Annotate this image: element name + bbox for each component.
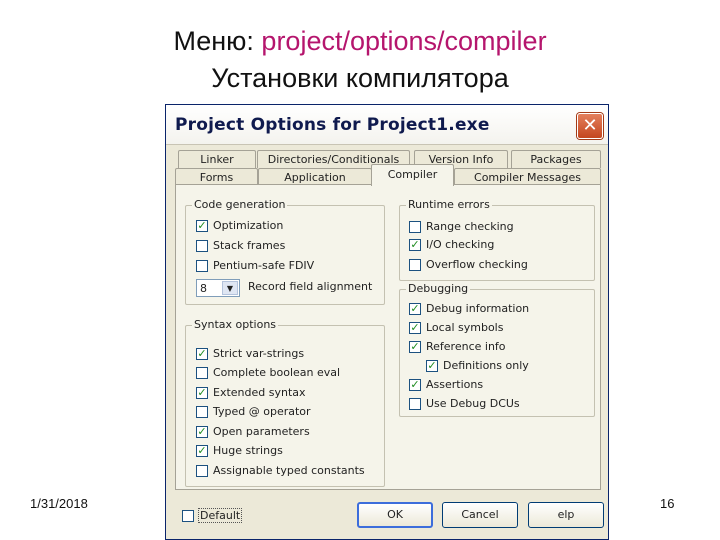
- chevron-down-icon[interactable]: ▼: [222, 281, 238, 295]
- checkbox-box: [182, 509, 194, 522]
- range-checking-checkbox[interactable]: Range checking: [409, 220, 514, 233]
- checkbox-label: Assignable typed constants: [213, 464, 365, 477]
- record-field-alignment-select[interactable]: 8 ▼: [196, 279, 240, 297]
- default-checkbox[interactable]: Default: [182, 508, 243, 523]
- checkbox-label: Debug information: [426, 302, 530, 315]
- record-field-alignment-label: Record field alignment: [248, 280, 373, 293]
- checkbox-box: ✓: [409, 237, 421, 251]
- checkbox-label: Assertions: [426, 378, 484, 391]
- checkbox-box: ✓: [409, 339, 421, 353]
- checkbox-label: Open parameters: [213, 425, 310, 438]
- optimization-checkbox[interactable]: ✓ Optimization: [196, 219, 283, 232]
- assertions-checkbox[interactable]: ✓ Assertions: [409, 378, 483, 391]
- title-prefix: Меню:: [173, 26, 262, 56]
- checkbox-label: Complete boolean eval: [213, 366, 341, 379]
- assignable-typed-constants-checkbox[interactable]: Assignable typed constants: [196, 464, 365, 477]
- pentium-safe-fdiv-checkbox[interactable]: Pentium-safe FDIV: [196, 259, 314, 272]
- checkbox-label: Range checking: [426, 220, 514, 233]
- checkbox-box: ✓: [196, 424, 208, 438]
- group-label: Syntax options: [192, 318, 279, 331]
- checkbox-box: ✓: [426, 358, 438, 372]
- checkbox-label: Huge strings: [213, 444, 283, 457]
- checkbox-box: [196, 259, 208, 272]
- checkbox-label: Extended syntax: [213, 386, 306, 399]
- checkbox-label: Local symbols: [426, 321, 504, 334]
- checkbox-label: Use Debug DCUs: [426, 397, 520, 410]
- tab-compiler[interactable]: Compiler: [371, 164, 454, 186]
- checkbox-label: Stack frames: [213, 239, 286, 252]
- group-label: Code generation: [192, 198, 288, 211]
- checkbox-box: ✓: [409, 320, 421, 334]
- io-checking-checkbox[interactable]: ✓ I/O checking: [409, 238, 494, 251]
- checkbox-label: Optimization: [213, 219, 284, 232]
- slide-title-line2: Установки компилятора: [211, 63, 509, 93]
- checkbox-box: [409, 220, 421, 233]
- checkbox-box: [409, 397, 421, 410]
- checkbox-label: Pentium-safe FDIV: [213, 259, 315, 272]
- stack-frames-checkbox[interactable]: Stack frames: [196, 239, 285, 252]
- checkbox-label: Overflow checking: [426, 258, 528, 271]
- tab-linker[interactable]: Linker: [178, 150, 256, 168]
- checkbox-label: Typed @ operator: [213, 405, 311, 418]
- checkbox-box: ✓: [196, 346, 208, 360]
- complete-boolean-eval-checkbox[interactable]: Complete boolean eval: [196, 366, 340, 379]
- ok-button[interactable]: OK: [357, 502, 433, 528]
- local-symbols-checkbox[interactable]: ✓ Local symbols: [409, 321, 503, 334]
- close-icon[interactable]: ✕: [577, 113, 603, 139]
- huge-strings-checkbox[interactable]: ✓ Huge strings: [196, 444, 283, 457]
- open-parameters-checkbox[interactable]: ✓ Open parameters: [196, 425, 310, 438]
- typed-at-operator-checkbox[interactable]: Typed @ operator: [196, 405, 311, 418]
- checkbox-box: ✓: [196, 385, 208, 399]
- checkbox-box: [196, 464, 208, 477]
- dialog-title: Project Options for Project1.exe: [175, 115, 490, 135]
- slide-date: 1/31/2018: [30, 496, 88, 511]
- compiler-tab-page: Code generation ✓ Optimization Stack fram…: [175, 184, 601, 490]
- checkbox-box: ✓: [196, 443, 208, 457]
- slide-title-line1: Меню: project/options/compiler: [0, 26, 720, 57]
- definitions-only-checkbox[interactable]: ✓ Definitions only: [426, 359, 529, 372]
- help-button[interactable]: elp: [528, 502, 604, 528]
- group-label: Debugging: [406, 282, 471, 295]
- checkbox-box: [196, 239, 208, 252]
- checkbox-label: Strict var-strings: [213, 347, 305, 360]
- checkbox-label: I/O checking: [426, 238, 495, 251]
- project-options-dialog: Project Options for Project1.exe ✕ Linke…: [165, 104, 609, 540]
- checkbox-label: Default: [197, 508, 243, 523]
- select-value: 8: [200, 282, 207, 295]
- group-label: Runtime errors: [406, 198, 492, 211]
- checkbox-box: ✓: [409, 377, 421, 391]
- slide-page-number: 16: [660, 496, 675, 511]
- strict-var-strings-checkbox[interactable]: ✓ Strict var-strings: [196, 347, 304, 360]
- use-debug-dcus-checkbox[interactable]: Use Debug DCUs: [409, 397, 520, 410]
- checkbox-box: [409, 258, 421, 271]
- extended-syntax-checkbox[interactable]: ✓ Extended syntax: [196, 386, 306, 399]
- cancel-button[interactable]: Cancel: [442, 502, 518, 528]
- checkbox-box: [196, 366, 208, 379]
- checkbox-box: ✓: [409, 301, 421, 315]
- checkbox-box: ✓: [196, 218, 208, 232]
- reference-info-checkbox[interactable]: ✓ Reference info: [409, 340, 506, 353]
- checkbox-box: [196, 405, 208, 418]
- overflow-checking-checkbox[interactable]: Overflow checking: [409, 258, 528, 271]
- title-menu-path: project/options/compiler: [261, 26, 547, 56]
- tab-packages[interactable]: Packages: [511, 150, 601, 168]
- checkbox-label: Definitions only: [443, 359, 529, 372]
- debug-information-checkbox[interactable]: ✓ Debug information: [409, 302, 529, 315]
- checkbox-label: Reference info: [426, 340, 506, 353]
- dialog-titlebar[interactable]: Project Options for Project1.exe ✕: [166, 105, 608, 145]
